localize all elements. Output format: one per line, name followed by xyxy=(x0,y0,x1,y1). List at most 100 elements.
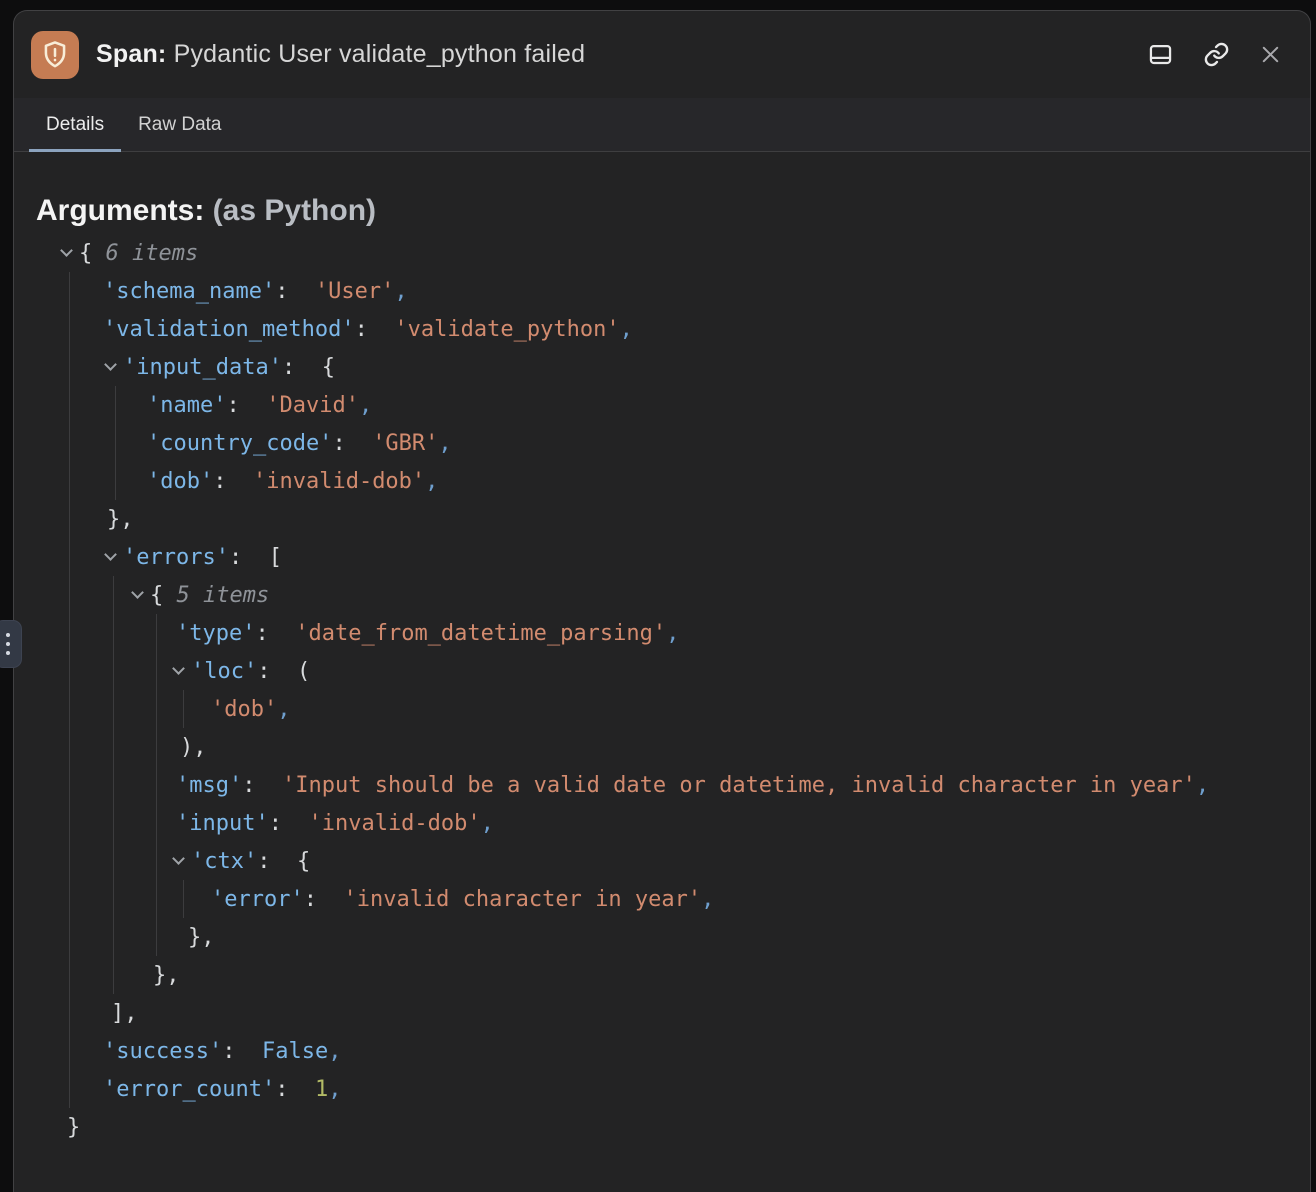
tab-bar: Details Raw Data xyxy=(14,98,1310,152)
indent-guide xyxy=(156,918,157,956)
json-punc: { xyxy=(79,241,106,266)
tree-row: }, xyxy=(36,918,1310,956)
tree-row: 'errors': [ xyxy=(36,538,1310,576)
json-punc: : xyxy=(222,1039,262,1064)
indent-guide xyxy=(156,880,157,918)
indent-guide xyxy=(69,956,70,994)
tree-row: { 5 items xyxy=(36,576,1310,614)
indent-guide xyxy=(69,652,70,690)
indent-guide xyxy=(113,614,114,652)
json-key: 'input' xyxy=(176,811,269,836)
json-punc: : xyxy=(275,1077,315,1102)
json-key: 'schema_name' xyxy=(103,279,275,304)
json-comma: , xyxy=(359,393,372,418)
json-punc: }, xyxy=(107,507,134,532)
tree-row: }, xyxy=(36,500,1310,538)
tree-row: 'dob': 'invalid-dob', xyxy=(36,462,1310,500)
json-key: 'country_code' xyxy=(147,431,332,456)
json-comma: , xyxy=(1196,773,1209,798)
indent-guide xyxy=(113,804,114,842)
indent-guide xyxy=(113,956,114,994)
chevron-down-icon[interactable] xyxy=(172,662,185,675)
json-punc: : xyxy=(269,811,309,836)
link-icon xyxy=(1203,41,1230,68)
indent-guide xyxy=(69,614,70,652)
json-str: 'User' xyxy=(315,279,394,304)
json-str: 'Input should be a valid date or datetim… xyxy=(282,773,1196,798)
tree-row: 'success': False, xyxy=(36,1032,1310,1070)
json-key: 'errors' xyxy=(123,545,229,570)
json-str: 'dob' xyxy=(211,697,277,722)
indent-guide xyxy=(69,310,70,348)
json-items: 6 items xyxy=(106,241,199,266)
tree-row: 'schema_name': 'User', xyxy=(36,272,1310,310)
tree-row: }, xyxy=(36,956,1310,994)
json-punc: }, xyxy=(188,925,215,950)
indent-guide xyxy=(69,766,70,804)
json-str: 'GBR' xyxy=(372,431,438,456)
dock-panel-button[interactable] xyxy=(1147,41,1174,68)
json-punc: } xyxy=(67,1115,80,1140)
indent-guide xyxy=(156,804,157,842)
indent-guide xyxy=(156,842,157,880)
close-button[interactable] xyxy=(1259,43,1282,66)
chevron-down-icon[interactable] xyxy=(60,244,73,257)
arguments-heading: Arguments: (as Python) xyxy=(36,193,1310,229)
json-items: 5 items xyxy=(177,583,270,608)
json-comma: , xyxy=(425,469,438,494)
indent-guide xyxy=(69,842,70,880)
copy-link-button[interactable] xyxy=(1203,41,1230,68)
indent-guide xyxy=(113,766,114,804)
json-key: 'error_count' xyxy=(103,1077,275,1102)
json-key: 'loc' xyxy=(191,659,257,684)
json-str: 'David' xyxy=(266,393,359,418)
arguments-json-tree: { 6 items'schema_name': 'User','validati… xyxy=(36,234,1310,1146)
indent-guide xyxy=(183,880,184,918)
indent-guide xyxy=(113,652,114,690)
chevron-down-icon[interactable] xyxy=(172,852,185,865)
json-punc: : xyxy=(226,393,266,418)
json-comma: , xyxy=(481,811,494,836)
details-content: Arguments: (as Python) { 6 items'schema_… xyxy=(14,152,1310,1146)
tab-raw-data[interactable]: Raw Data xyxy=(121,98,238,151)
json-str: 'invalid-dob' xyxy=(253,469,425,494)
indent-guide xyxy=(156,614,157,652)
indent-guide xyxy=(115,386,116,424)
indent-guide xyxy=(113,576,114,614)
json-str: 'validate_python' xyxy=(394,317,619,342)
indent-guide xyxy=(69,1032,70,1070)
json-str: 'invalid-dob' xyxy=(308,811,480,836)
chevron-down-icon[interactable] xyxy=(131,586,144,599)
json-key: 'input_data' xyxy=(123,355,282,380)
indent-guide xyxy=(69,538,70,576)
indent-guide xyxy=(69,462,70,500)
close-icon xyxy=(1259,43,1282,66)
tree-row: 'validation_method': 'validate_python', xyxy=(36,310,1310,348)
indent-guide xyxy=(69,918,70,956)
tree-row: 'name': 'David', xyxy=(36,386,1310,424)
indent-guide xyxy=(113,842,114,880)
indent-guide xyxy=(183,690,184,728)
panel-resize-handle[interactable] xyxy=(0,620,22,668)
tree-row: ], xyxy=(36,994,1310,1032)
tree-row: { 6 items xyxy=(36,234,1310,272)
indent-guide xyxy=(113,918,114,956)
json-key: 'type' xyxy=(176,621,255,646)
span-name: Pydantic User validate_python failed xyxy=(166,40,585,68)
tree-row: 'type': 'date_from_datetime_parsing', xyxy=(36,614,1310,652)
json-str: 'invalid character in year' xyxy=(343,887,701,912)
chevron-down-icon[interactable] xyxy=(104,548,117,561)
chevron-down-icon[interactable] xyxy=(104,358,117,371)
indent-guide xyxy=(69,424,70,462)
indent-guide xyxy=(156,766,157,804)
tree-row: 'loc': ( xyxy=(36,652,1310,690)
tab-details[interactable]: Details xyxy=(29,98,121,151)
panel-title: Span: Pydantic User validate_python fail… xyxy=(96,40,585,69)
json-comma: , xyxy=(328,1039,341,1064)
indent-guide xyxy=(69,272,70,310)
indent-guide xyxy=(113,880,114,918)
tree-row: 'error': 'invalid character in year', xyxy=(36,880,1310,918)
json-comma: , xyxy=(620,317,633,342)
indent-guide xyxy=(69,690,70,728)
json-num: 1 xyxy=(315,1077,328,1102)
